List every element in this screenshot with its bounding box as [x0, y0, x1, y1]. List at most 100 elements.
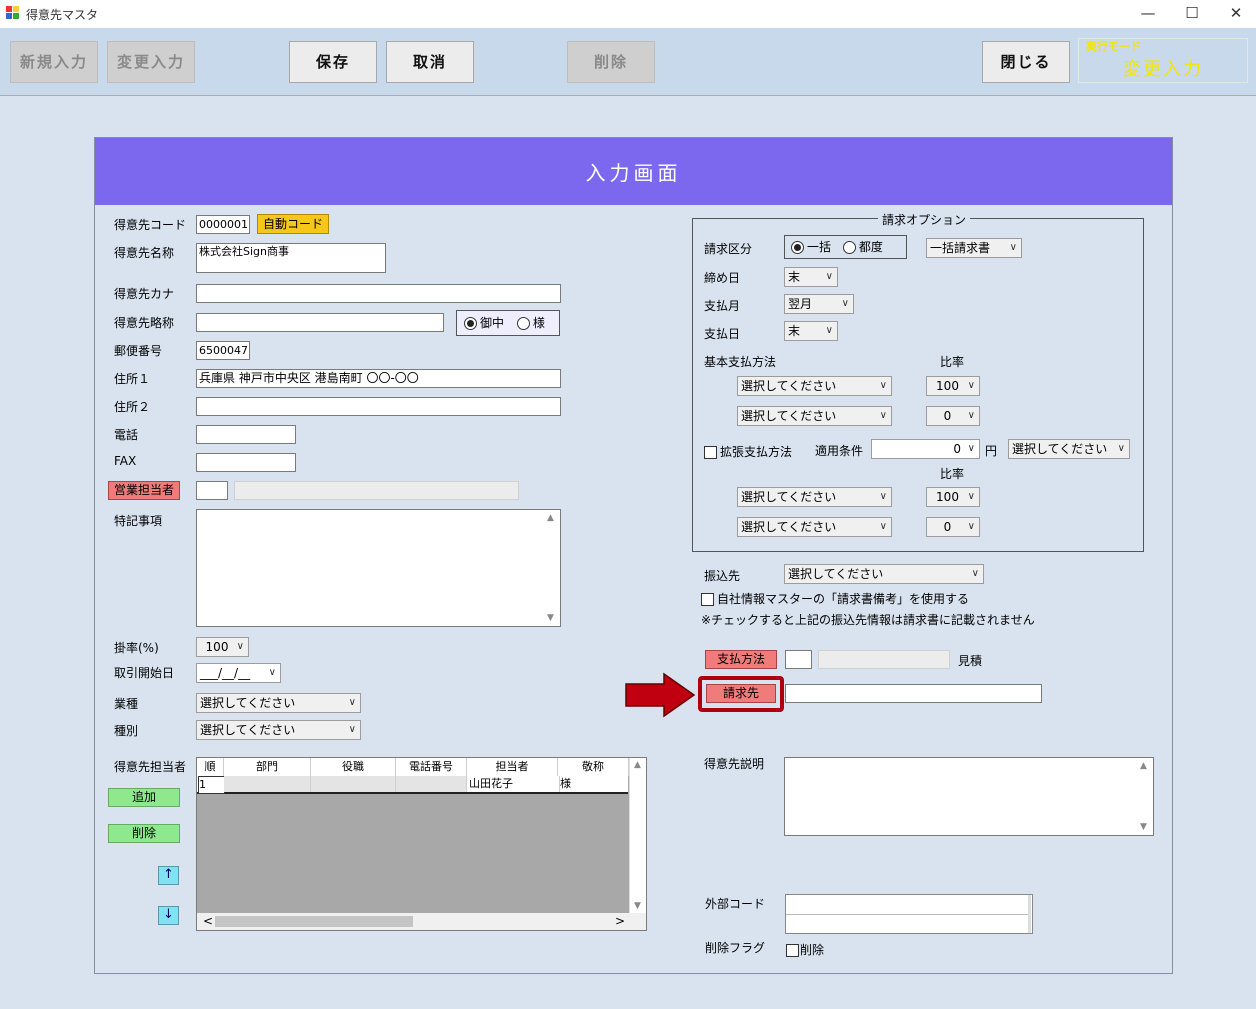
maximize-button[interactable]: ☐	[1169, 0, 1215, 28]
minimize-button[interactable]: —	[1125, 0, 1171, 28]
billing-format-select[interactable]: 一括請求書 ∨	[926, 238, 1022, 258]
ext-ratio-value-1: 100	[936, 490, 959, 504]
description-textarea[interactable]: ▲ ▼	[784, 757, 1154, 836]
zip-field[interactable]: 6500047	[196, 341, 250, 360]
start-date-picker[interactable]: ___/__/__ ∨	[196, 663, 281, 683]
remove-contact-button[interactable]: 削除	[108, 824, 180, 843]
condition-select[interactable]: 選択してください ∨	[1008, 439, 1130, 459]
chevron-down-icon: ∨	[841, 298, 849, 309]
basic-method-select-1[interactable]: 選択してください ∨	[737, 376, 892, 396]
grid-cell-person[interactable]: 山田花子	[467, 776, 560, 792]
new-entry-button[interactable]: 新規入力	[10, 41, 98, 83]
grid-vscrollbar[interactable]: ▲ ▼	[629, 758, 646, 913]
save-button[interactable]: 保存	[289, 41, 377, 83]
chevron-down-icon: ∨	[879, 491, 887, 502]
tel-field[interactable]	[196, 425, 296, 444]
chevron-down-icon: ∨	[268, 667, 276, 678]
table-row[interactable]: 1 山田花子 様	[197, 776, 631, 794]
change-entry-button[interactable]: 変更入力	[107, 41, 195, 83]
basic-ratio-select-1[interactable]: 100 ∨	[926, 376, 980, 396]
chevron-down-icon: ∨	[236, 641, 244, 652]
radio-bulk[interactable]	[791, 241, 804, 254]
address1-field[interactable]: 兵庫県 神戸市中央区 港島南町 〇〇-〇〇	[196, 369, 561, 388]
use-remark-checkbox[interactable]	[701, 593, 714, 606]
move-down-button[interactable]: ↓	[158, 906, 179, 925]
short-name-field[interactable]	[196, 313, 444, 332]
grid-hscroll-thumb[interactable]	[215, 916, 413, 927]
tel-label: 電話	[114, 428, 139, 442]
grid-cell-order[interactable]: 1	[198, 776, 225, 794]
panel-title: 入力画面	[95, 138, 1172, 205]
ext-ratio-select-1[interactable]: 100 ∨	[926, 487, 980, 507]
pay-month-select[interactable]: 翌月 ∨	[784, 294, 854, 314]
grid-cell-title[interactable]	[311, 776, 396, 792]
ext-payment-checkbox[interactable]	[704, 446, 717, 459]
address2-label: 住所２	[114, 400, 151, 414]
sales-rep-code-field[interactable]	[196, 481, 228, 500]
billing-options-title: 請求オプション	[878, 211, 971, 228]
ratio-label-2: 比率	[940, 467, 965, 481]
sales-rep-button[interactable]: 営業担当者	[108, 481, 180, 500]
scroll-left-icon[interactable]: <	[203, 914, 213, 928]
use-remark-row: 自社情報マスターの「請求書備考」を使用する	[701, 590, 969, 607]
grid-header-person[interactable]: 担当者	[467, 758, 558, 776]
rate-select[interactable]: 100 ∨	[196, 637, 249, 657]
pay-day-label: 支払日	[704, 327, 741, 341]
ext-ratio-select-2[interactable]: 0 ∨	[926, 517, 980, 537]
pay-day-select[interactable]: 末 ∨	[784, 321, 838, 341]
auto-code-button[interactable]: 自動コード	[257, 214, 329, 234]
grid-header-title[interactable]: 役職	[311, 758, 396, 776]
bill-to-button[interactable]: 請求先	[706, 684, 776, 703]
payment-method-code-field[interactable]	[785, 650, 812, 669]
grid-header-order[interactable]: 順	[197, 758, 224, 776]
fax-field[interactable]	[196, 453, 296, 472]
notes-textarea[interactable]: ▲ ▼	[196, 509, 561, 627]
bill-to-field[interactable]	[785, 684, 1042, 703]
close-window-button[interactable]: ✕	[1213, 0, 1256, 28]
app-icon	[6, 6, 20, 20]
basic-method-select-2[interactable]: 選択してください ∨	[737, 406, 892, 426]
payment-method-name-field	[818, 650, 950, 669]
ext-method-select-1[interactable]: 選択してください ∨	[737, 487, 892, 507]
cancel-button[interactable]: 取消	[386, 41, 474, 83]
basic-ratio-value-1: 100	[936, 379, 959, 393]
grid-hscrollbar[interactable]: < >	[197, 913, 646, 930]
kana-field[interactable]	[196, 284, 561, 303]
grid-cell-honorific[interactable]: 様	[558, 776, 631, 792]
grid-header-dept[interactable]: 部門	[224, 758, 311, 776]
bank-select[interactable]: 選択してください ∨	[784, 564, 984, 584]
delete-button[interactable]: 削除	[567, 41, 655, 83]
scroll-right-icon[interactable]: >	[615, 914, 625, 928]
radio-onchu-label: 御中	[480, 316, 505, 330]
delete-flag-label: 削除フラグ	[705, 941, 766, 955]
close-button[interactable]: 閉じる	[982, 41, 1070, 83]
chevron-down-icon: ∨	[825, 271, 833, 282]
external-code-grid[interactable]	[785, 894, 1033, 934]
grid-header-honorific[interactable]: 敬称	[558, 758, 629, 776]
condition-amount-field[interactable]: 0 ∨	[871, 439, 980, 459]
name-field[interactable]: 株式会社Sign商事	[196, 243, 386, 273]
code-field[interactable]: 0000001	[196, 215, 250, 234]
radio-onchu[interactable]	[464, 317, 477, 330]
move-up-button[interactable]: ↑	[158, 866, 179, 885]
contacts-grid[interactable]: 順 部門 役職 電話番号 担当者 敬称 1 山田花子 様 ▲ ▼ < >	[196, 757, 647, 931]
cutoff-select[interactable]: 末 ∨	[784, 267, 838, 287]
basic-ratio-select-2[interactable]: 0 ∨	[926, 406, 980, 426]
chevron-down-icon: ∨	[971, 568, 979, 579]
delete-flag-row: 削除	[786, 941, 824, 958]
industry-select[interactable]: 選択してください ∨	[196, 693, 361, 713]
add-contact-button[interactable]: 追加	[108, 788, 180, 807]
address2-field[interactable]	[196, 397, 561, 416]
notes-scrollbar[interactable]: ▲ ▼	[545, 511, 559, 625]
ext-method-select-2[interactable]: 選択してください ∨	[737, 517, 892, 537]
description-scrollbar[interactable]: ▲ ▼	[1138, 759, 1152, 834]
payment-method-button[interactable]: 支払方法	[705, 650, 777, 669]
grid-cell-dept[interactable]	[224, 776, 311, 792]
radio-sama[interactable]	[516, 317, 530, 330]
start-date-value: ___/__/__	[200, 666, 251, 680]
grid-cell-phone[interactable]	[396, 776, 467, 792]
delete-flag-checkbox[interactable]	[786, 944, 799, 957]
radio-each[interactable]	[842, 241, 856, 254]
grid-header-phone[interactable]: 電話番号	[396, 758, 467, 776]
type-select[interactable]: 選択してください ∨	[196, 720, 361, 740]
